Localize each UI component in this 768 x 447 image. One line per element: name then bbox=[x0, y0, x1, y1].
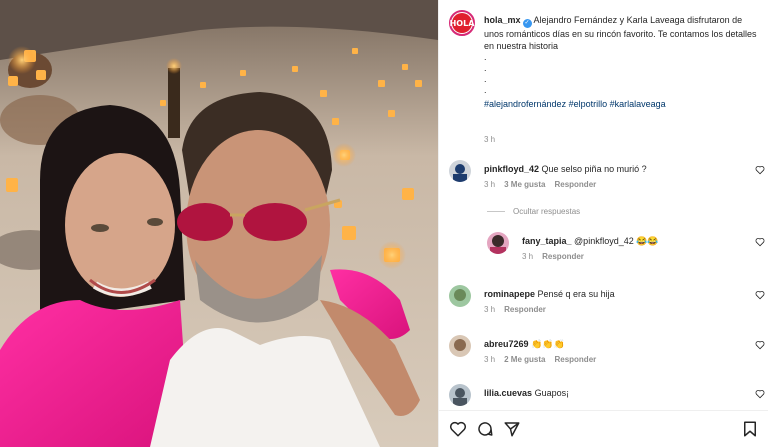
caption-hashtags[interactable]: #alejandrofernández #elpotrillo #karlala… bbox=[484, 98, 764, 110]
post-actions-bar bbox=[439, 410, 768, 447]
hide-replies-label: Ocultar respuestas bbox=[513, 207, 581, 216]
comment-likes[interactable]: 3 Me gusta bbox=[504, 180, 545, 189]
comment-icon[interactable] bbox=[476, 420, 494, 438]
comment-username[interactable]: abreu7269 bbox=[484, 339, 529, 349]
like-heart-icon[interactable] bbox=[755, 237, 765, 247]
author-avatar[interactable]: ¡HOLA! bbox=[446, 10, 478, 36]
commenter-avatar[interactable] bbox=[449, 160, 471, 182]
comment-text: Pensé q era su hija bbox=[537, 289, 615, 299]
comment-username[interactable]: pinkfloyd_42 bbox=[484, 164, 539, 174]
commenter-avatar[interactable] bbox=[449, 384, 471, 406]
comment-text: 👏👏👏 bbox=[531, 339, 565, 349]
verified-badge-icon: ✓ bbox=[522, 19, 532, 28]
commenter-avatar[interactable] bbox=[449, 285, 471, 307]
comment-time: 3 h bbox=[522, 252, 534, 261]
comment-time: 3 h bbox=[484, 355, 496, 364]
comment-likes[interactable]: 2 Me gusta bbox=[504, 355, 545, 364]
heart-icon[interactable] bbox=[449, 420, 467, 438]
comment-text: @pinkfloyd_42 😂😂 bbox=[574, 236, 659, 246]
post-time: 3 h bbox=[484, 135, 496, 144]
hide-replies-button[interactable]: Ocultar respuestas bbox=[487, 207, 580, 216]
divider bbox=[487, 211, 505, 212]
comment-time: 3 h bbox=[484, 180, 496, 189]
comment-time: 3 h bbox=[484, 305, 496, 314]
comment-username[interactable]: fany_tapia_ bbox=[522, 236, 572, 246]
comments-panel: ¡HOLA! hola_mx ✓ Alejandro Fernández y Kar… bbox=[438, 0, 768, 447]
reply-button[interactable]: Responder bbox=[542, 252, 584, 261]
like-heart-icon[interactable] bbox=[755, 165, 765, 175]
post-photo bbox=[0, 0, 438, 447]
like-heart-icon[interactable] bbox=[755, 389, 765, 399]
hola-logo: ¡HOLA! bbox=[446, 13, 478, 33]
reply-button[interactable]: Responder bbox=[504, 305, 546, 314]
reply-button[interactable]: Responder bbox=[554, 355, 596, 364]
comment-username[interactable]: rominapepe bbox=[484, 289, 535, 299]
reply-button[interactable]: Responder bbox=[554, 180, 596, 189]
bookmark-icon[interactable] bbox=[741, 420, 759, 438]
caption-dots: . . . . bbox=[484, 52, 487, 95]
like-heart-icon[interactable] bbox=[755, 290, 765, 300]
comment-username[interactable]: lilia.cuevas bbox=[484, 388, 532, 398]
comment-text: Guapos¡ bbox=[534, 388, 570, 398]
commenter-avatar[interactable] bbox=[487, 232, 509, 254]
comment-text: Que selso piña no murió ? bbox=[541, 164, 647, 174]
commenter-avatar[interactable] bbox=[449, 335, 471, 357]
share-icon[interactable] bbox=[503, 420, 521, 438]
author-username[interactable]: hola_mx bbox=[484, 15, 521, 25]
like-heart-icon[interactable] bbox=[755, 340, 765, 350]
